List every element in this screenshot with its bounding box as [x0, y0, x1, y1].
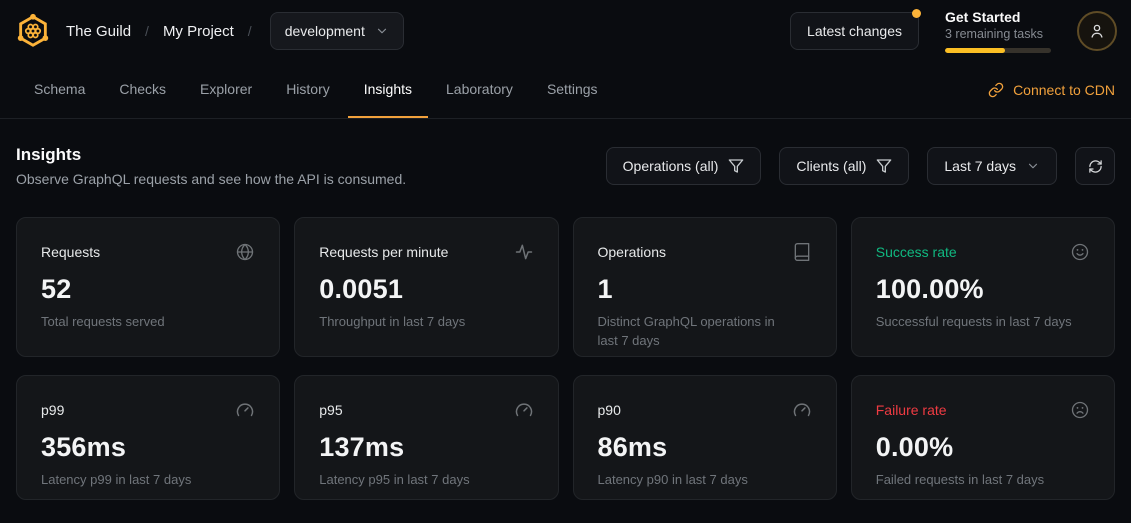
get-started-subtitle: 3 remaining tasks [945, 27, 1051, 41]
metric-card-p99: p99 356ms Latency p99 in last 7 days [16, 375, 280, 500]
globe-icon [235, 242, 255, 262]
chevron-down-icon [1026, 159, 1040, 173]
metric-card-value: 0.0051 [319, 274, 533, 305]
tab-label: Laboratory [446, 81, 513, 97]
filters-toolbar: Operations (all) Clients (all) Last 7 da… [606, 147, 1115, 185]
operations-filter-label: Operations (all) [623, 158, 719, 174]
metric-card-description: Throughput in last 7 days [319, 313, 519, 332]
metric-card-description: Successful requests in last 7 days [876, 313, 1076, 332]
get-started-progress-bar [945, 48, 1051, 53]
clients-filter-button[interactable]: Clients (all) [779, 147, 909, 185]
latest-changes-label: Latest changes [807, 23, 902, 39]
metric-card-description: Distinct GraphQL operations in last 7 da… [598, 313, 798, 351]
notification-dot [912, 9, 921, 18]
metric-card-title: Requests per minute [319, 244, 448, 260]
page-header: Insights Observe GraphQL requests and se… [16, 145, 1115, 187]
gauge-icon [235, 400, 255, 420]
top-bar: The Guild / My Project / development Lat… [0, 0, 1131, 62]
tab-settings[interactable]: Settings [531, 62, 614, 118]
metric-card-value: 86ms [598, 432, 812, 463]
metric-card-title: Requests [41, 244, 100, 260]
book-icon [792, 242, 812, 262]
target-select[interactable]: development [270, 12, 404, 50]
metric-card-value: 1 [598, 274, 812, 305]
tab-label: Settings [547, 81, 598, 97]
metric-card-value: 137ms [319, 432, 533, 463]
metric-card-description: Latency p95 in last 7 days [319, 471, 519, 490]
metric-card-description: Latency p90 in last 7 days [598, 471, 798, 490]
tabs-bar: Schema Checks Explorer History Insights Labor… [0, 62, 1131, 119]
latest-changes-button[interactable]: Latest changes [790, 12, 919, 50]
project-breadcrumb[interactable]: My Project [163, 23, 234, 40]
tab-explorer[interactable]: Explorer [184, 62, 268, 118]
smile-icon [1070, 242, 1090, 262]
get-started-title: Get Started [945, 9, 1051, 25]
metric-card-description: Latency p99 in last 7 days [41, 471, 241, 490]
period-select[interactable]: Last 7 days [927, 147, 1057, 185]
get-started-progress-fill [945, 48, 1005, 53]
top-bar-actions: Latest changes Get Started 3 remaining t… [790, 9, 1117, 53]
metric-card-value: 52 [41, 274, 255, 305]
chevron-down-icon [375, 24, 389, 38]
metric-card-title: Failure rate [876, 402, 947, 418]
metric-card-p90: p90 86ms Latency p90 in last 7 days [573, 375, 837, 500]
metric-card-title: p99 [41, 402, 64, 418]
page-header-text: Insights Observe GraphQL requests and se… [16, 145, 406, 187]
insights-page: Insights Observe GraphQL requests and se… [0, 145, 1131, 500]
tab-history[interactable]: History [270, 62, 346, 118]
metric-card-failure-rate: Failure rate 0.00% Failed requests in la… [851, 375, 1115, 500]
tab-insights[interactable]: Insights [348, 62, 428, 118]
refresh-button[interactable] [1075, 147, 1115, 185]
period-select-value: Last 7 days [944, 158, 1016, 174]
refresh-icon [1088, 159, 1103, 174]
metric-card-value: 0.00% [876, 432, 1090, 463]
metric-card-success-rate: Success rate 100.00% Successful requests… [851, 217, 1115, 357]
metric-card-value: 356ms [41, 432, 255, 463]
get-started-widget[interactable]: Get Started 3 remaining tasks [945, 9, 1051, 53]
metric-card-title: p90 [598, 402, 621, 418]
tab-label: Insights [364, 81, 412, 97]
target-select-value: development [285, 23, 365, 39]
page-subtitle: Observe GraphQL requests and see how the… [16, 171, 406, 187]
metric-card-requests: Requests 52 Total requests served [16, 217, 280, 357]
tab-label: Schema [34, 81, 85, 97]
tab-schema[interactable]: Schema [18, 62, 101, 118]
tabs: Schema Checks Explorer History Insights Labor… [18, 62, 614, 118]
metric-card-description: Total requests served [41, 313, 241, 332]
filter-icon [876, 158, 892, 174]
hive-logo-icon[interactable] [14, 12, 52, 50]
tab-checks[interactable]: Checks [103, 62, 182, 118]
breadcrumb-separator: / [145, 23, 149, 39]
metric-card-title: Operations [598, 244, 666, 260]
gauge-icon [514, 400, 534, 420]
tab-label: Explorer [200, 81, 252, 97]
tab-label: History [286, 81, 330, 97]
metric-card-value: 100.00% [876, 274, 1090, 305]
metric-cards-grid: Requests 52 Total requests served Reques… [16, 217, 1115, 500]
metric-card-operations: Operations 1 Distinct GraphQL operations… [573, 217, 837, 357]
breadcrumb-separator: / [248, 23, 252, 39]
activity-icon [514, 242, 534, 262]
metric-card-description: Failed requests in last 7 days [876, 471, 1076, 490]
user-menu-button[interactable] [1077, 11, 1117, 51]
user-icon [1088, 22, 1106, 40]
operations-filter-button[interactable]: Operations (all) [606, 147, 762, 185]
tab-label: Checks [119, 81, 166, 97]
breadcrumb: The Guild / My Project / development [14, 12, 404, 50]
metric-card-title: Success rate [876, 244, 957, 260]
page-title: Insights [16, 145, 406, 165]
metric-card-title: p95 [319, 402, 342, 418]
metric-card-p95: p95 137ms Latency p95 in last 7 days [294, 375, 558, 500]
tab-laboratory[interactable]: Laboratory [430, 62, 529, 118]
org-breadcrumb[interactable]: The Guild [66, 23, 131, 40]
link-icon [988, 82, 1004, 98]
frown-icon [1070, 400, 1090, 420]
metric-card-requests-per-minute: Requests per minute 0.0051 Throughput in… [294, 217, 558, 357]
clients-filter-label: Clients (all) [796, 158, 866, 174]
filter-icon [728, 158, 744, 174]
gauge-icon [792, 400, 812, 420]
connect-to-cdn-link[interactable]: Connect to CDN [988, 82, 1115, 98]
connect-to-cdn-label: Connect to CDN [1013, 82, 1115, 98]
